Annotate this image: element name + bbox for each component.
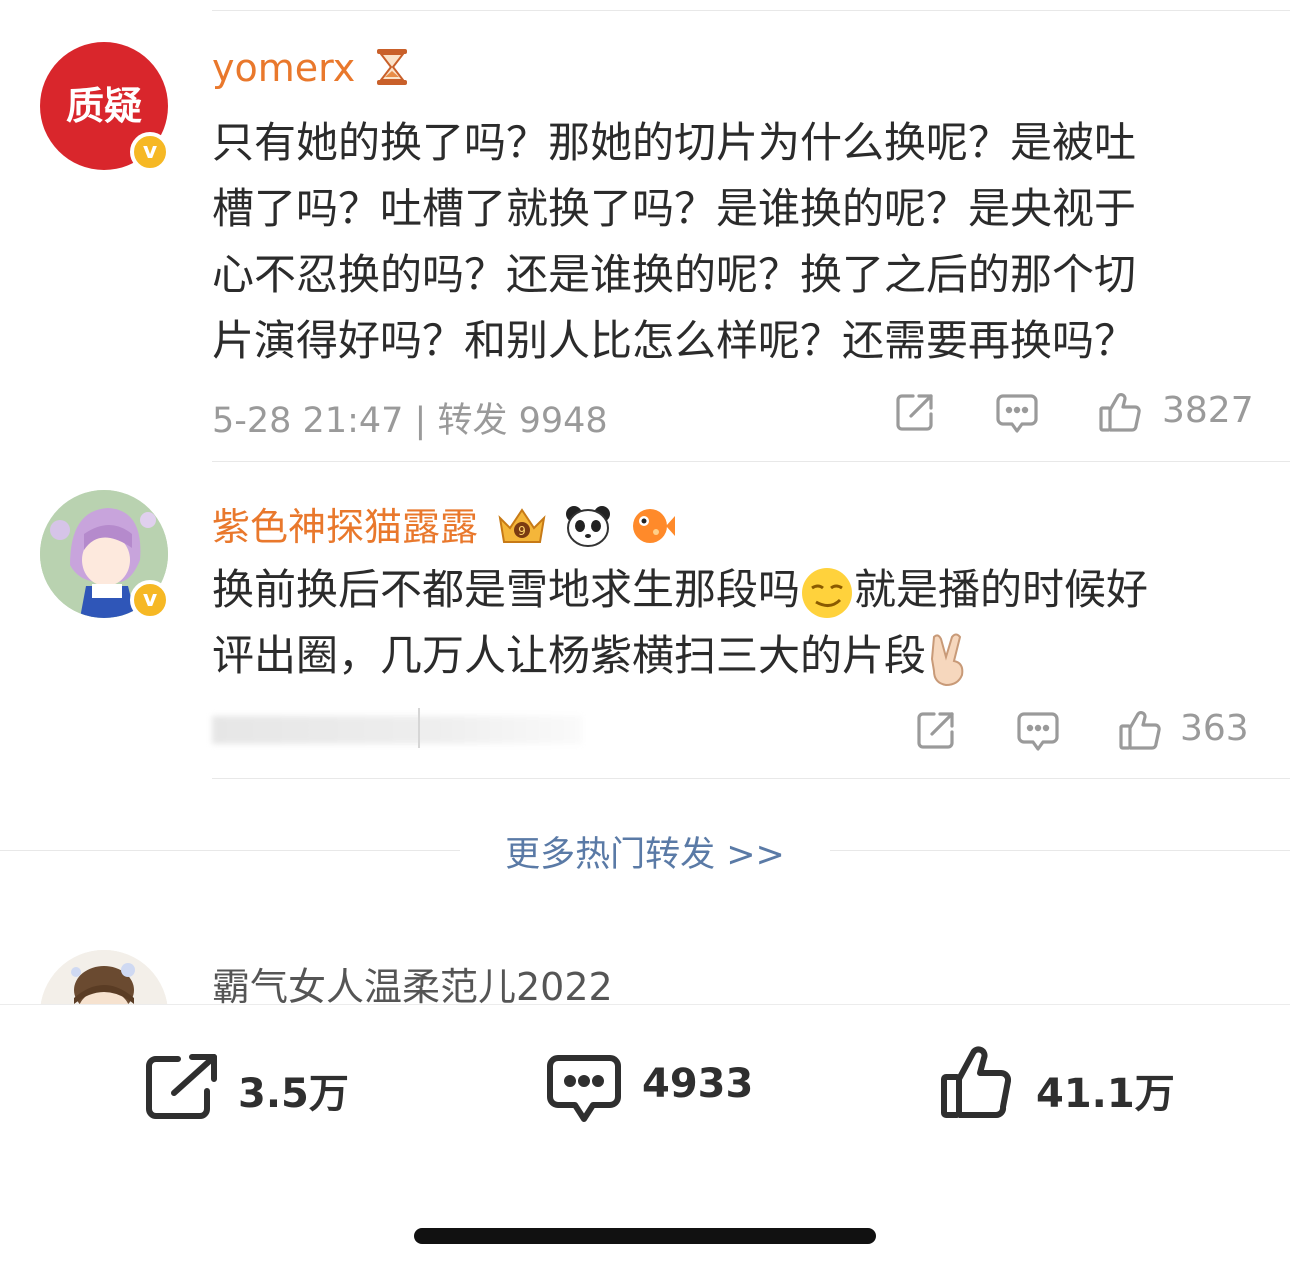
repost-icon[interactable] <box>893 390 937 434</box>
home-indicator[interactable] <box>414 1228 876 1244</box>
username[interactable]: yomerx <box>212 46 409 90</box>
like-icon[interactable] <box>940 1045 1014 1121</box>
repost-icon[interactable] <box>914 708 958 752</box>
victory-hand-emoji-icon <box>931 633 964 686</box>
hourglass-icon <box>377 49 408 85</box>
repost-icon[interactable] <box>144 1053 220 1121</box>
comment-meta-blurred <box>212 716 582 744</box>
fish-icon <box>633 509 676 543</box>
panda-icon <box>566 506 611 547</box>
like-count: 3827 <box>1162 390 1254 431</box>
comment-text: 只有她的换了吗？那她的切片为什么换呢？是被吐 槽了吗？吐槽了就换了吗？是谁换的呢… <box>212 118 1137 365</box>
like-count: 363 <box>1180 708 1249 749</box>
divider <box>212 778 1290 779</box>
verified-badge-icon: v <box>130 580 170 620</box>
smirk-emoji-icon <box>802 567 853 618</box>
username[interactable]: 紫色神探猫露露 9 <box>212 496 676 551</box>
like-icon[interactable] <box>1098 390 1142 434</box>
repost-count[interactable]: 3.5万 <box>238 1061 349 1119</box>
comment-text: 换前换后不都是雪地求生那段吗 就是播的时候好 评出圈，几万人让杨紫横扫三大的片段 <box>212 557 1148 689</box>
comment-icon[interactable] <box>546 1053 622 1125</box>
comment-icon[interactable] <box>1016 710 1060 754</box>
like-icon[interactable] <box>1118 708 1162 752</box>
username[interactable]: 霸气女人温柔范儿2022 <box>212 956 613 1011</box>
crown-badge-icon: 9 <box>498 508 546 543</box>
comment-icon[interactable] <box>995 392 1039 436</box>
comment-count[interactable]: 4933 <box>642 1061 753 1107</box>
verified-badge-icon: v <box>130 132 170 172</box>
comment-meta: 5-28 21:47 | 转发 9948 <box>212 401 608 441</box>
more-hot-reposts-link[interactable]: 更多热门转发 >> <box>0 826 1290 877</box>
meta-separator <box>418 708 420 748</box>
divider <box>212 10 1290 11</box>
svg-text:9: 9 <box>518 524 526 538</box>
like-count[interactable]: 41.1万 <box>1036 1061 1175 1119</box>
divider <box>212 461 1290 462</box>
